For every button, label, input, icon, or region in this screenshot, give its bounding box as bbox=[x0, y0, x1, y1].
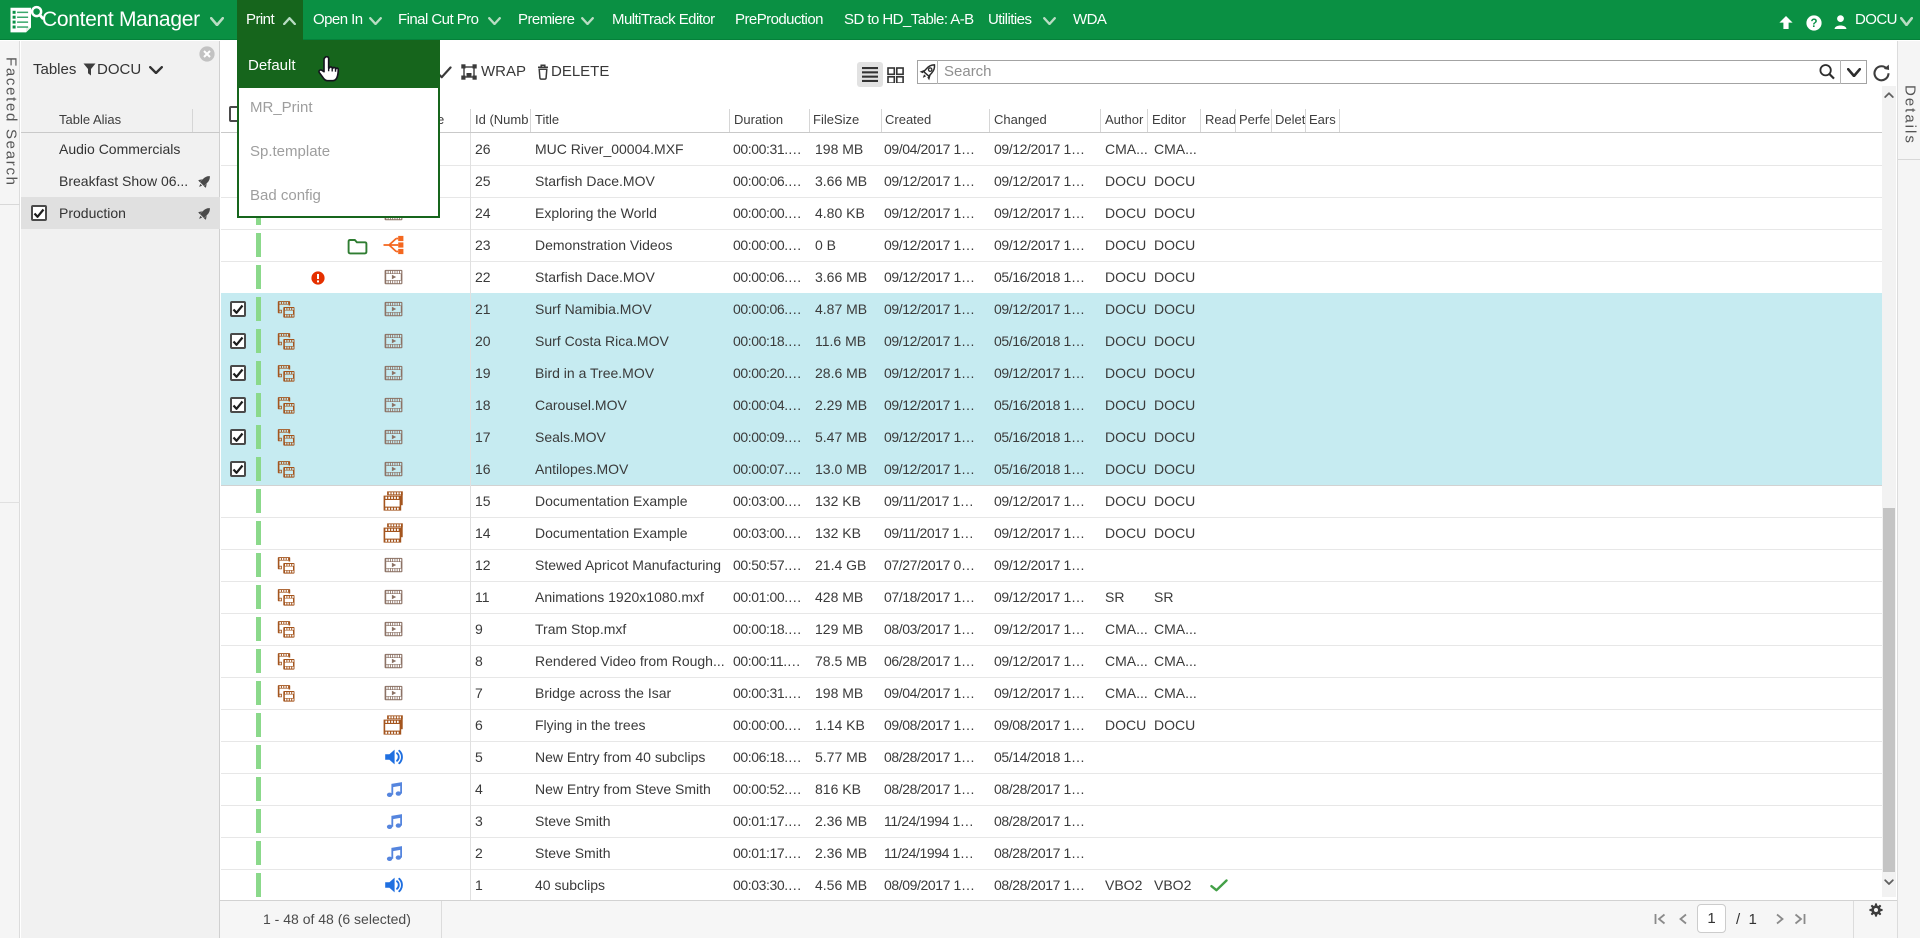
svg-text:?: ? bbox=[1810, 18, 1817, 30]
